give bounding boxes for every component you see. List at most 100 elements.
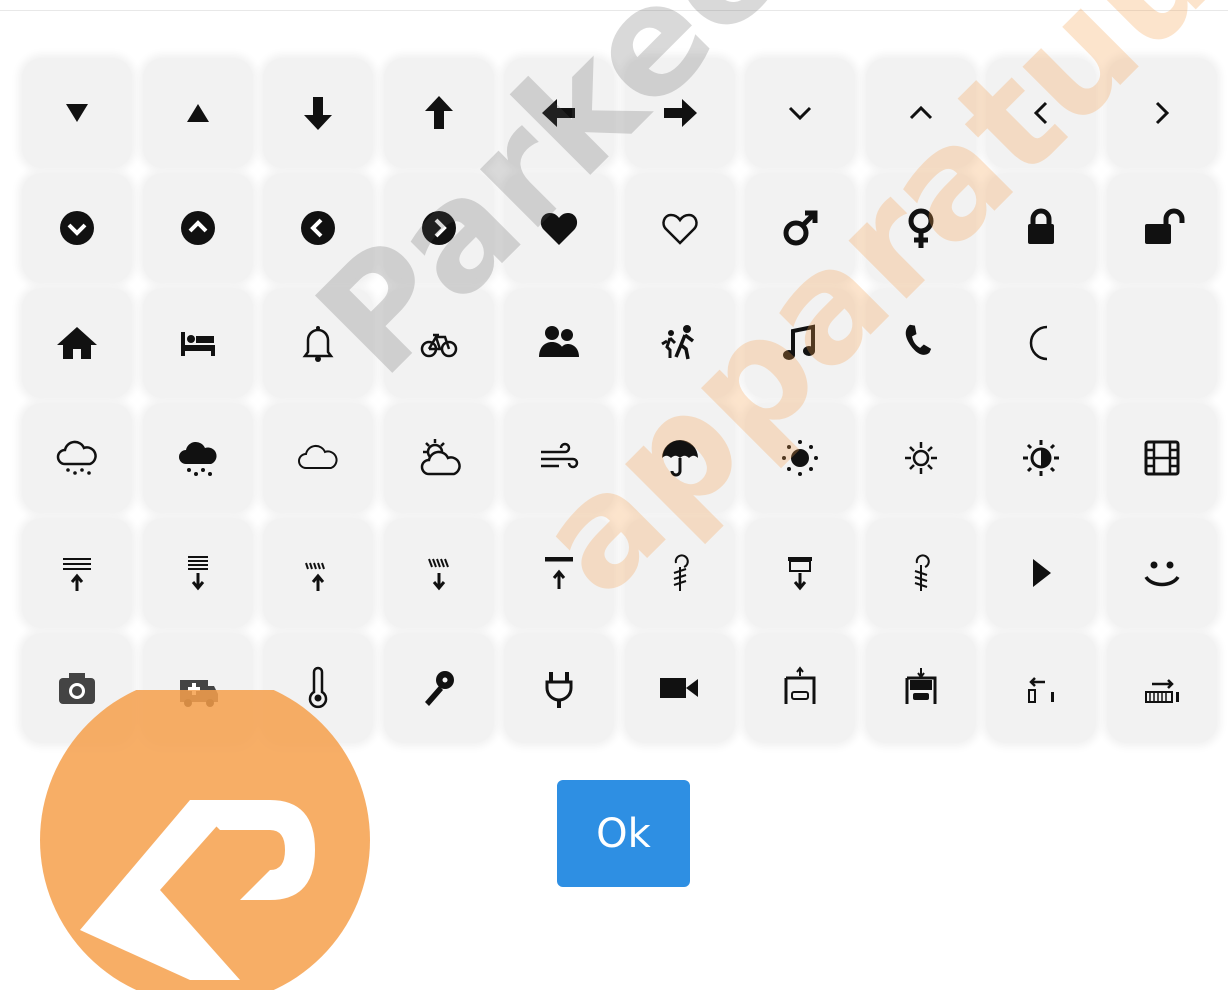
- circle-chevron-down-icon: [53, 204, 101, 252]
- icon-option-37[interactable]: [745, 403, 855, 513]
- icon-option-1[interactable]: [22, 58, 132, 168]
- ladder-rotate-icon: [656, 549, 704, 597]
- icon-option-32[interactable]: [142, 403, 253, 513]
- sun-outline-icon: [897, 434, 945, 482]
- cloud-rain-filled-icon: [174, 434, 222, 482]
- icon-option-10[interactable]: [1106, 58, 1217, 168]
- bicycle-icon: [415, 319, 463, 367]
- icon-option-21[interactable]: [22, 288, 132, 398]
- icon-option-14[interactable]: [383, 173, 494, 283]
- icon-option-12[interactable]: [142, 173, 253, 283]
- icon-option-26[interactable]: [624, 288, 735, 398]
- icon-option-41[interactable]: [22, 518, 132, 628]
- icon-option-59[interactable]: [986, 633, 1096, 743]
- watermark-logo: [40, 690, 370, 990]
- shutter-down-icon: [174, 549, 222, 597]
- heart-outline-icon: [656, 204, 704, 252]
- icon-option-50[interactable]: [1106, 518, 1217, 628]
- icon-option-60[interactable]: [1106, 633, 1217, 743]
- icon-option-3[interactable]: [263, 58, 373, 168]
- icon-picker-grid: [22, 58, 1217, 743]
- unlock-icon: [1138, 204, 1186, 252]
- icon-option-28[interactable]: [865, 288, 976, 398]
- icon-option-43[interactable]: [263, 518, 373, 628]
- icon-option-22[interactable]: [142, 288, 253, 398]
- ladder-rotate-alt-icon: [897, 549, 945, 597]
- icon-option-44[interactable]: [383, 518, 494, 628]
- icon-option-6[interactable]: [624, 58, 735, 168]
- icon-option-42[interactable]: [142, 518, 253, 628]
- bell-icon: [294, 319, 342, 367]
- icon-option-20[interactable]: [1106, 173, 1217, 283]
- chevron-left-icon: [1017, 89, 1065, 137]
- icon-option-36[interactable]: [624, 403, 735, 513]
- blind-up-icon: [294, 549, 342, 597]
- shutter-up-icon: [53, 549, 101, 597]
- key-icon: [415, 664, 463, 712]
- icon-option-47[interactable]: [745, 518, 855, 628]
- icon-option-8[interactable]: [865, 58, 976, 168]
- arrow-up-icon: [415, 89, 463, 137]
- arrow-left-icon: [535, 89, 583, 137]
- arrow-down-icon: [294, 89, 342, 137]
- icon-option-5[interactable]: [504, 58, 614, 168]
- icon-option-11[interactable]: [22, 173, 132, 283]
- gate-right-icon: [1138, 664, 1186, 712]
- icon-option-31[interactable]: [22, 403, 132, 513]
- icon-option-46[interactable]: [624, 518, 735, 628]
- icon-option-57[interactable]: [745, 633, 855, 743]
- umbrella-icon: [656, 434, 704, 482]
- awning-up-icon: [535, 549, 583, 597]
- circle-chevron-up-icon: [174, 204, 222, 252]
- chevron-right-icon: [1138, 89, 1186, 137]
- icon-option-4[interactable]: [383, 58, 494, 168]
- icon-option-45[interactable]: [504, 518, 614, 628]
- icon-option-38[interactable]: [865, 403, 976, 513]
- icon-option-9[interactable]: [986, 58, 1096, 168]
- icon-option-40[interactable]: [1106, 403, 1217, 513]
- icon-option-54[interactable]: [383, 633, 494, 743]
- phone-icon: [897, 319, 945, 367]
- chevron-up-icon: [897, 89, 945, 137]
- icon-option-23[interactable]: [263, 288, 373, 398]
- icon-option-13[interactable]: [263, 173, 373, 283]
- bed-icon: [174, 319, 222, 367]
- gate-left-icon: [1017, 664, 1065, 712]
- icon-option-48[interactable]: [865, 518, 976, 628]
- male-icon: [776, 204, 824, 252]
- icon-option-33[interactable]: [263, 403, 373, 513]
- icon-option-30[interactable]: [1106, 288, 1217, 398]
- icon-option-17[interactable]: [745, 173, 855, 283]
- icon-option-58[interactable]: [865, 633, 976, 743]
- icon-option-16[interactable]: [624, 173, 735, 283]
- garage-open-icon: [776, 664, 824, 712]
- icon-option-56[interactable]: [624, 633, 735, 743]
- icon-option-39[interactable]: [986, 403, 1096, 513]
- icon-option-25[interactable]: [504, 288, 614, 398]
- icon-option-15[interactable]: [504, 173, 614, 283]
- icon-option-18[interactable]: [865, 173, 976, 283]
- ok-button[interactable]: Ok: [557, 780, 690, 887]
- icon-option-24[interactable]: [383, 288, 494, 398]
- icon-option-2[interactable]: [142, 58, 253, 168]
- heart-filled-icon: [535, 204, 583, 252]
- users-icon: [535, 319, 583, 367]
- circle-chevron-left-icon: [294, 204, 342, 252]
- icon-option-55[interactable]: [504, 633, 614, 743]
- sun-filled-icon: [776, 434, 824, 482]
- icon-option-27[interactable]: [745, 288, 855, 398]
- circle-chevron-right-icon: [415, 204, 463, 252]
- smile-icon: [1138, 549, 1186, 597]
- icon-option-19[interactable]: [986, 173, 1096, 283]
- female-icon: [897, 204, 945, 252]
- icon-option-35[interactable]: [504, 403, 614, 513]
- music-icon: [776, 319, 824, 367]
- icon-option-7[interactable]: [745, 58, 855, 168]
- walking-family-icon: [656, 319, 704, 367]
- icon-option-29[interactable]: [986, 288, 1096, 398]
- icon-option-34[interactable]: [383, 403, 494, 513]
- icon-option-49[interactable]: [986, 518, 1096, 628]
- arrow-right-icon: [656, 89, 704, 137]
- wind-icon: [535, 434, 583, 482]
- blind-down-icon: [415, 549, 463, 597]
